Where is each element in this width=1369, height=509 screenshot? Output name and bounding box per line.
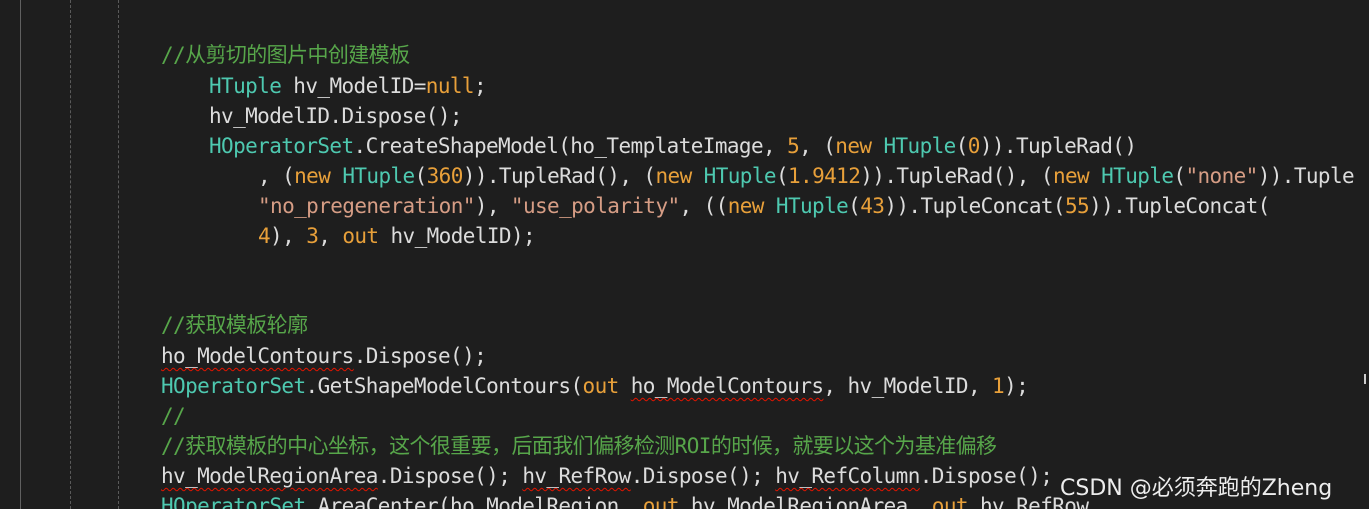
code-text: )).TupleRad(), ( bbox=[860, 164, 1053, 188]
type-token: HOperatorSet bbox=[209, 134, 354, 158]
code-text: hv_ModelID); bbox=[378, 224, 536, 248]
code-text: .Dispose(); bbox=[377, 464, 523, 488]
code-line[interactable]: , (new HTuple(360)).TupleRad(), (new HTu… bbox=[258, 161, 1355, 191]
code-text: .Dispose(); bbox=[353, 344, 487, 368]
keyword-token: out bbox=[582, 374, 620, 398]
code-text: )).TupleConcat( bbox=[1089, 194, 1270, 218]
editor-left-border bbox=[20, 0, 21, 509]
code-text: ( bbox=[1173, 164, 1186, 188]
keyword-token: out bbox=[342, 224, 379, 248]
number-literal: 4 bbox=[258, 224, 271, 248]
code-text: .GetShapeModelContours( bbox=[305, 374, 584, 398]
code-text: , ( bbox=[799, 134, 836, 158]
code-text: ), bbox=[474, 194, 511, 218]
code-comment: //从剪切的图片中创建模板 bbox=[161, 43, 410, 67]
code-text: .CreateShapeModel(ho_TemplateImage, bbox=[353, 134, 788, 158]
keyword-token: new bbox=[655, 164, 692, 188]
code-line[interactable]: hv_ModelRegionArea.Dispose(); hv_RefRow.… bbox=[161, 461, 1053, 491]
type-token: HTuple bbox=[775, 194, 849, 218]
code-comment: //获取模板轮廓 bbox=[161, 313, 308, 337]
indent-guide bbox=[70, 0, 71, 509]
code-text: )).Tuple bbox=[1257, 164, 1355, 188]
number-literal: 1 bbox=[992, 374, 1005, 398]
type-token: HOperatorSet bbox=[161, 494, 306, 509]
code-text: .Dispose(); bbox=[630, 464, 776, 488]
string-literal: "none" bbox=[1185, 164, 1258, 188]
number-literal: 1.9412 bbox=[787, 164, 861, 188]
code-text: hv_ModelID.Dispose(); bbox=[209, 104, 463, 128]
code-line[interactable]: ho_ModelContours.Dispose(); bbox=[161, 341, 487, 371]
code-text: hv_RefRow bbox=[522, 464, 631, 488]
number-literal: 43 bbox=[860, 194, 885, 218]
number-literal: 360 bbox=[426, 164, 464, 188]
code-text: hv_ModelRegionArea, bbox=[678, 494, 932, 509]
code-comment: //获取模板的中心坐标，这个很重要，后面我们偏移检测ROI的时候，就要以这个为基… bbox=[161, 434, 997, 458]
type-token: HTuple bbox=[342, 164, 415, 188]
number-literal: 3 bbox=[306, 224, 319, 248]
code-line[interactable]: HOperatorSet.CreateShapeModel(ho_Templat… bbox=[209, 131, 1137, 161]
code-text: ( bbox=[775, 164, 789, 188]
code-text: , (( bbox=[679, 194, 729, 218]
keyword-token: new bbox=[727, 194, 765, 218]
text-cursor bbox=[1364, 374, 1366, 384]
code-text: hv_ModelRegionArea bbox=[161, 464, 378, 488]
keyword-token: out bbox=[642, 494, 680, 509]
type-token: HTuple bbox=[703, 164, 777, 188]
code-text: ), bbox=[270, 224, 307, 248]
code-text: .AreaCenter(ho_ModelRegion, bbox=[305, 494, 643, 509]
code-line[interactable]: //获取模板轮廓 bbox=[161, 310, 308, 340]
keyword-token: new bbox=[835, 134, 872, 158]
string-literal: "use_polarity" bbox=[510, 194, 680, 218]
code-text: hv_RefColumn bbox=[775, 464, 920, 488]
code-line[interactable]: //获取模板的中心坐标，这个很重要，后面我们偏移检测ROI的时候，就要以这个为基… bbox=[161, 431, 997, 461]
code-editor[interactable]: //从剪切的图片中创建模板 HTuple hv_ModelID=null; hv… bbox=[0, 0, 1369, 509]
code-text: ho_ModelContours bbox=[630, 374, 824, 398]
code-line[interactable]: //从剪切的图片中创建模板 bbox=[161, 40, 410, 70]
type-token: HTuple bbox=[209, 74, 282, 98]
code-text: , bbox=[318, 224, 343, 248]
code-text: ; bbox=[473, 74, 487, 98]
code-line[interactable]: // bbox=[161, 401, 186, 431]
code-line[interactable]: HTuple hv_ModelID=null; bbox=[209, 71, 487, 101]
code-text: , ( bbox=[258, 164, 295, 188]
indent-guide bbox=[118, 0, 119, 509]
number-literal: 55 bbox=[1064, 194, 1090, 218]
code-line[interactable]: HOperatorSet.AreaCenter(ho_ModelRegion, … bbox=[161, 491, 1101, 509]
code-text: )).TupleConcat( bbox=[884, 194, 1065, 218]
code-text: )).TupleRad() bbox=[979, 134, 1137, 158]
code-line[interactable]: hv_ModelID.Dispose(); bbox=[209, 101, 463, 131]
code-comment: // bbox=[161, 404, 186, 428]
code-text: ( bbox=[848, 194, 861, 218]
code-text: ); bbox=[1004, 374, 1029, 398]
code-text: ( bbox=[955, 134, 969, 158]
code-text: hv_ModelID= bbox=[281, 74, 426, 98]
type-token: HOperatorSet bbox=[161, 374, 306, 398]
string-literal: "no_pregeneration" bbox=[258, 194, 475, 218]
code-line[interactable]: 4), 3, out hv_ModelID); bbox=[258, 221, 536, 251]
code-text: )).TupleRad(), ( bbox=[462, 164, 656, 188]
number-literal: 5 bbox=[787, 134, 800, 158]
code-line[interactable]: "no_pregeneration"), "use_polarity", ((n… bbox=[258, 191, 1270, 221]
keyword-token: new bbox=[1052, 164, 1090, 188]
code-line[interactable]: HOperatorSet.GetShapeModelContours(out h… bbox=[161, 371, 1029, 401]
type-token: HTuple bbox=[1101, 164, 1174, 188]
keyword-token: new bbox=[294, 164, 331, 188]
type-token: HTuple bbox=[883, 134, 956, 158]
keyword-token: out bbox=[931, 494, 969, 509]
keyword-token: null bbox=[425, 74, 475, 98]
csdn-watermark: CSDN @必须奔跑的Zheng bbox=[1060, 476, 1333, 501]
number-literal: 0 bbox=[967, 134, 981, 158]
code-text: , hv_ModelID, bbox=[823, 374, 993, 398]
code-text: .Dispose(); bbox=[919, 464, 1053, 488]
code-text: ( bbox=[414, 164, 428, 188]
code-text: ho_ModelContours bbox=[161, 344, 354, 368]
